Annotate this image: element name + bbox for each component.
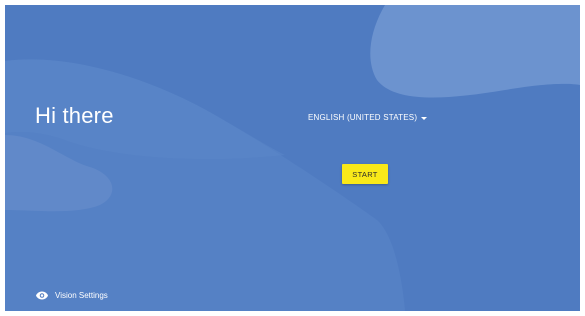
eye-icon [36,291,48,300]
greeting-title: Hi there [35,103,114,128]
vision-settings-label: Vision Settings [55,291,108,300]
start-button[interactable]: START [342,164,388,184]
background-waves [5,5,580,311]
language-label: ENGLISH (UNITED STATES) [308,113,418,122]
dropdown-arrow-icon [421,116,428,120]
welcome-screen: Hi there ENGLISH (UNITED STATES) START V… [5,5,580,311]
language-dropdown[interactable]: ENGLISH (UNITED STATES) [308,113,428,122]
vision-settings-button[interactable]: Vision Settings [36,291,108,300]
